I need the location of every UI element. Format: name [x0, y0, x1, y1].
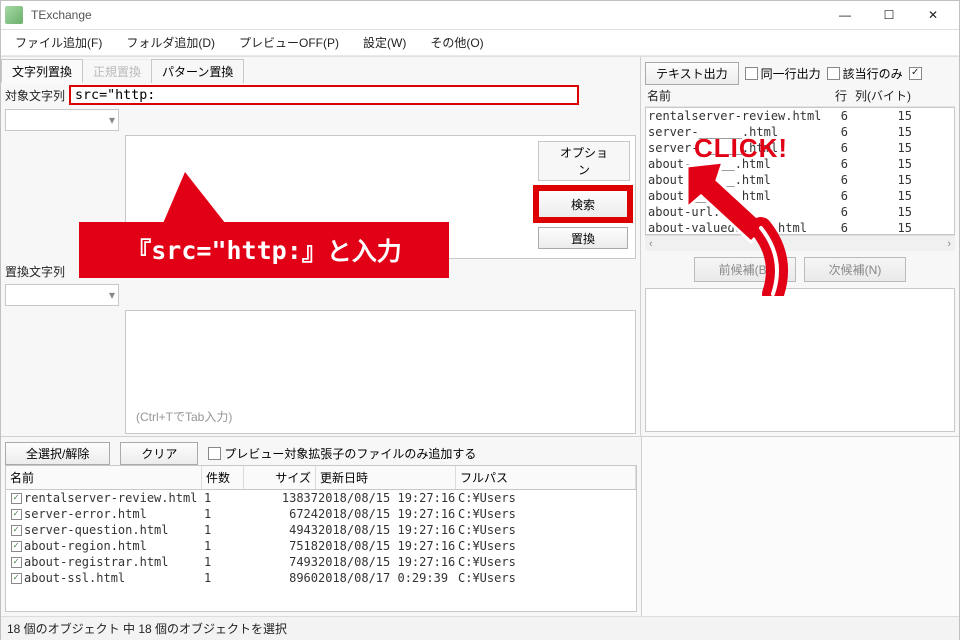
result-row[interactable]: server-______.html615: [646, 140, 954, 156]
fcol-date[interactable]: 更新日時: [316, 466, 456, 489]
tab-pattern-replace[interactable]: パターン置換: [151, 59, 244, 83]
tab-hint: (Ctrl+TでTab入力): [130, 402, 238, 431]
file-row[interactable]: ✓about-registrar.html174932018/08/15 19:…: [6, 554, 636, 570]
replace-textarea[interactable]: (Ctrl+TでTab入力): [125, 310, 636, 434]
sameline-checkbox[interactable]: 同一行出力: [745, 65, 821, 82]
lower-right-blank: [641, 437, 959, 616]
label-replace: 置換文字列: [5, 263, 69, 280]
menu-preview[interactable]: プレビューOFF(P): [233, 30, 345, 55]
file-row[interactable]: ✓server-question.html149432018/08/15 19:…: [6, 522, 636, 538]
checkbox-icon: [745, 67, 758, 80]
files-list[interactable]: ✓rentalserver-review.html1138372018/08/1…: [5, 490, 637, 612]
arrow-annotation: [677, 156, 797, 296]
tab-string-replace[interactable]: 文字列置換: [1, 59, 83, 83]
chevron-down-icon: ▾: [109, 288, 115, 302]
results-header: 名前 行 列(バイト): [645, 85, 955, 107]
col-line[interactable]: 行: [825, 87, 847, 104]
result-row[interactable]: rentalserver-review.html615: [646, 108, 954, 124]
menu-addfile[interactable]: ファイル追加(F): [9, 30, 108, 55]
text-output-button[interactable]: テキスト出力: [645, 62, 739, 85]
checkbox-icon: [827, 67, 840, 80]
checkbox-icon: [208, 447, 221, 460]
replace-history-combo[interactable]: ▾: [5, 284, 119, 306]
fcol-path[interactable]: フルパス: [456, 466, 636, 489]
row-target: 対象文字列: [5, 85, 636, 105]
target-history-combo[interactable]: ▾: [5, 109, 119, 131]
status-text: 18 個のオブジェクト 中 18 個のオブジェクトを選択: [7, 620, 287, 637]
target-input[interactable]: [69, 85, 579, 105]
app-icon: [5, 6, 23, 24]
menu-settings[interactable]: 設定(W): [357, 30, 412, 55]
scroll-right-icon: ›: [947, 238, 951, 250]
app-window: TExchange — ☐ ✕ ファイル追加(F) フォルダ追加(D) プレビュ…: [0, 0, 960, 640]
chevron-down-icon: ▾: [109, 113, 115, 127]
menu-other[interactable]: その他(O): [424, 30, 489, 55]
callout-box: 『 src="http: 』と入力: [79, 222, 449, 278]
statusbar: 18 個のオブジェクト 中 18 個のオブジェクトを選択: [1, 616, 959, 640]
results-toolbar: テキスト出力 同一行出力 該当行のみ ✓: [645, 61, 955, 85]
files-header: 名前 件数 サイズ 更新日時 フルパス: [5, 465, 637, 490]
result-row[interactable]: server-______.html615: [646, 124, 954, 140]
maximize-button[interactable]: ☐: [867, 1, 911, 29]
only-preview-ext-checkbox[interactable]: プレビュー対象拡張子のファイルのみ追加する: [208, 445, 476, 462]
search-button[interactable]: 検索: [533, 185, 633, 223]
onlyline-checkbox[interactable]: 該当行のみ: [827, 65, 903, 82]
scroll-left-icon: ‹: [649, 238, 653, 250]
lower-split: 全選択/解除 クリア プレビュー対象拡張子のファイルのみ追加する 名前 件数 サ…: [1, 436, 959, 616]
option-title: オプション: [538, 141, 630, 181]
file-row[interactable]: ✓about-ssl.html189602018/08/17 0:29:39C:…: [6, 570, 636, 586]
minimize-button[interactable]: —: [823, 1, 867, 29]
clear-button[interactable]: クリア: [120, 442, 198, 465]
label-target: 対象文字列: [5, 87, 69, 104]
fcol-count[interactable]: 件数: [202, 466, 244, 489]
tab-regex-replace[interactable]: 正規置換: [82, 59, 152, 83]
titlebar: TExchange — ☐ ✕: [1, 1, 959, 30]
preview-box: [645, 288, 955, 432]
trailing-checkbox[interactable]: ✓: [909, 67, 922, 80]
next-candidate-button[interactable]: 次候補(N): [804, 257, 907, 282]
row-replace-combo: ▾: [5, 284, 636, 306]
col-byte[interactable]: 列(バイト): [847, 87, 911, 104]
window-title: TExchange: [31, 8, 823, 22]
callout-tail: [161, 172, 229, 228]
option-group: オプション 検索 置換: [538, 141, 630, 253]
menu-addfolder[interactable]: フォルダ追加(D): [120, 30, 221, 55]
file-row[interactable]: ✓about-region.html175182018/08/15 19:27:…: [6, 538, 636, 554]
body: 文字列置換 正規置換 パターン置換 対象文字列 ▾ 置換文字列 ▾: [1, 56, 959, 640]
checkbox-icon: ✓: [909, 67, 922, 80]
col-name[interactable]: 名前: [647, 87, 825, 104]
files-pane: 全選択/解除 クリア プレビュー対象拡張子のファイルのみ追加する 名前 件数 サ…: [1, 437, 641, 616]
menubar: ファイル追加(F) フォルダ追加(D) プレビューOFF(P) 設定(W) その…: [1, 30, 959, 56]
row-target-combo: ▾: [5, 109, 636, 131]
file-row[interactable]: ✓rentalserver-review.html1138372018/08/1…: [6, 490, 636, 506]
files-toolbar: 全選択/解除 クリア プレビュー対象拡張子のファイルのみ追加する: [5, 441, 637, 465]
close-button[interactable]: ✕: [911, 1, 955, 29]
replace-button[interactable]: 置換: [538, 227, 628, 249]
file-row[interactable]: ✓server-error.html167242018/08/15 19:27:…: [6, 506, 636, 522]
select-all-button[interactable]: 全選択/解除: [5, 442, 110, 465]
mode-tabs: 文字列置換 正規置換 パターン置換: [1, 59, 640, 83]
fcol-size[interactable]: サイズ: [244, 466, 316, 489]
fcol-name[interactable]: 名前: [6, 466, 202, 489]
